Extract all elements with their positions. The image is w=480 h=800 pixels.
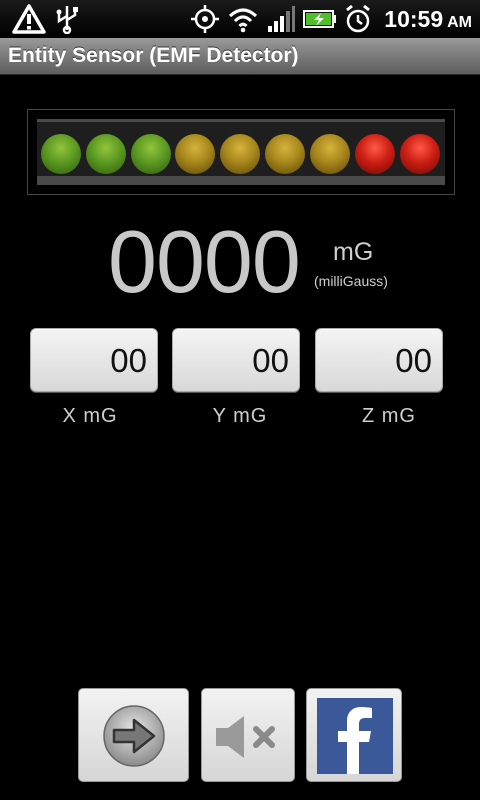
y-axis-box: 00: [172, 328, 300, 392]
z-axis-box: 00: [315, 328, 443, 392]
led-1: [41, 134, 81, 174]
usb-icon: [56, 6, 78, 34]
reading-unit: mG: [333, 238, 374, 266]
signal-icon: [268, 6, 295, 32]
clock-time: 10:59: [384, 6, 444, 32]
clock-ampm: AM: [447, 14, 472, 31]
status-bar: 10:59 AM: [0, 0, 480, 38]
led-7: [310, 134, 350, 174]
y-axis-value: 00: [252, 342, 289, 379]
reading-unit-desc: (milliGauss): [314, 273, 388, 289]
alarm-icon: [346, 4, 370, 33]
led-6: [265, 134, 305, 174]
z-axis-label: Z mG: [362, 405, 416, 427]
mute-button[interactable]: [201, 688, 295, 782]
x-axis-label: X mG: [62, 405, 118, 427]
status-clock: 10:59 AM: [384, 4, 472, 34]
emf-reading: 0000: [108, 212, 301, 311]
facebook-icon: [317, 698, 393, 774]
wifi-icon: [228, 8, 258, 33]
led-3: [131, 134, 171, 174]
y-axis-label: Y mG: [212, 405, 268, 427]
led-8: [355, 134, 395, 174]
next-button[interactable]: [78, 688, 189, 782]
x-axis-box: 00: [30, 328, 158, 392]
led-9: [400, 134, 440, 174]
led-2: [86, 134, 126, 174]
z-axis-value: 00: [395, 342, 432, 379]
x-axis-value: 00: [110, 342, 147, 379]
app-title: Entity Sensor (EMF Detector): [8, 44, 299, 67]
led-meter: [27, 109, 455, 195]
led-strip: [37, 119, 445, 185]
mute-icon: [216, 716, 275, 758]
gps-icon: [191, 5, 219, 33]
facebook-button[interactable]: [306, 688, 402, 782]
led-4: [175, 134, 215, 174]
warning-icon: [12, 4, 46, 34]
battery-charging-icon: [303, 10, 336, 28]
led-5: [220, 134, 260, 174]
arrow-right-icon: [103, 705, 165, 767]
app-title-bar: Entity Sensor (EMF Detector): [0, 38, 480, 75]
